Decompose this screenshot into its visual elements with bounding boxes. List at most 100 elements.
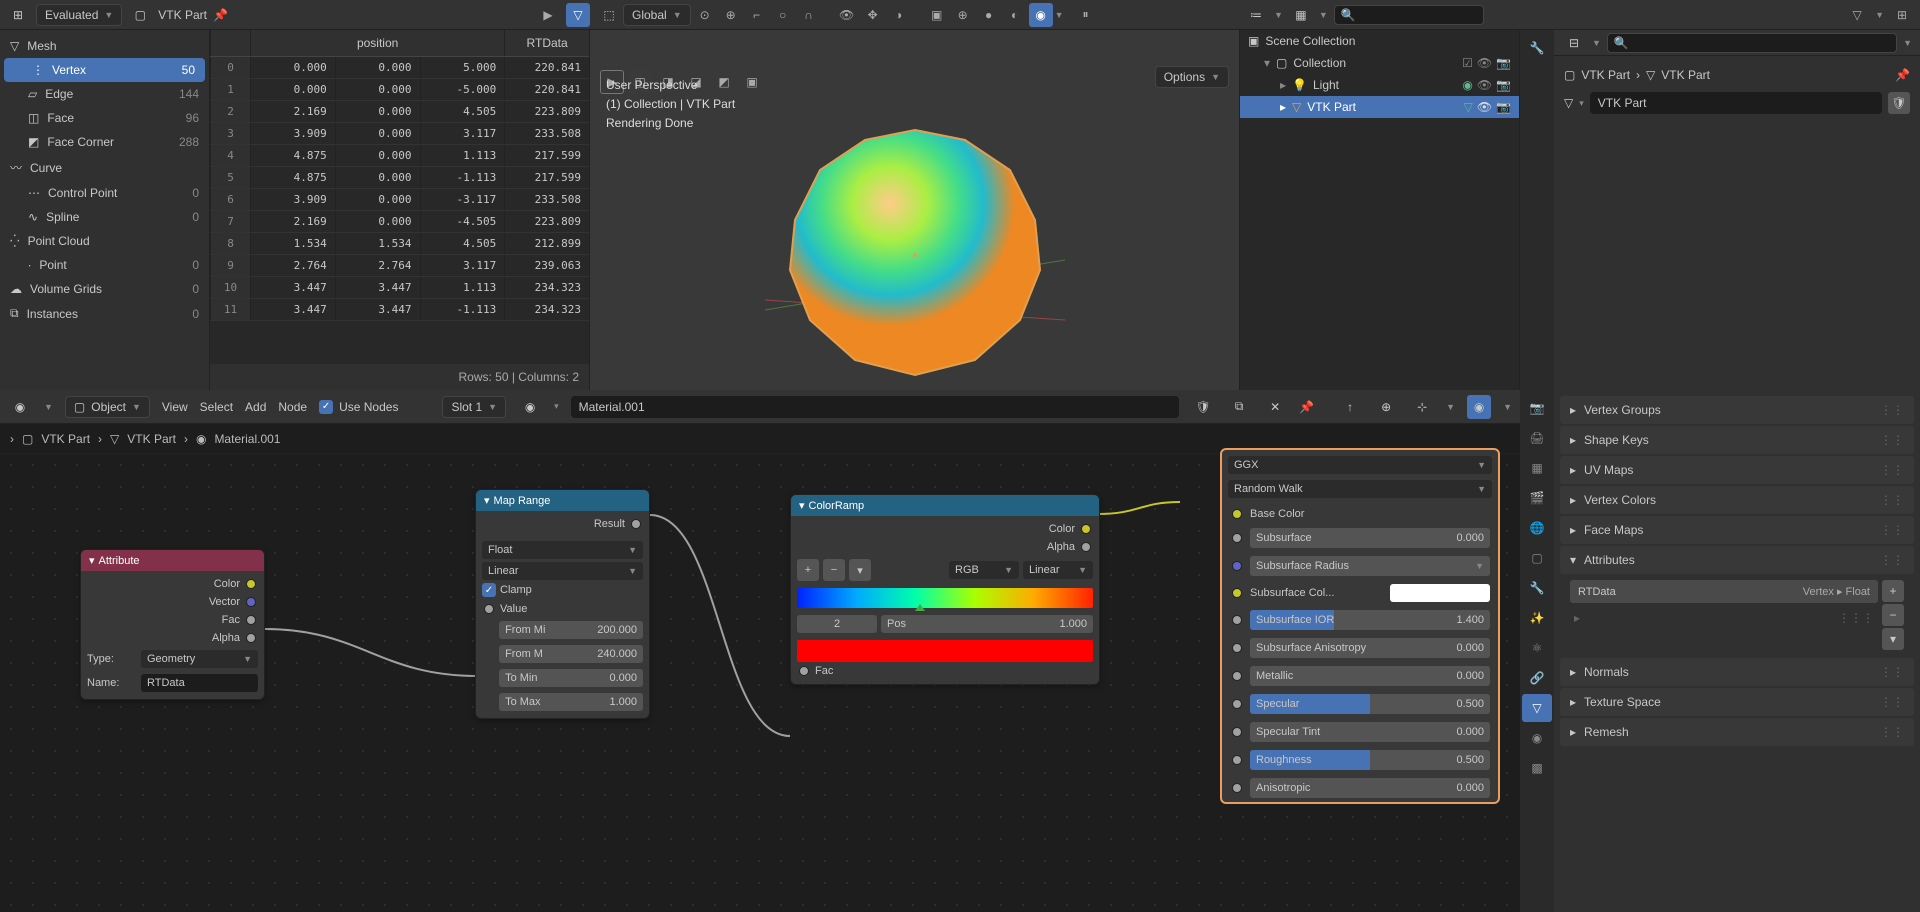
tab-world[interactable]: 🌐 bbox=[1522, 514, 1552, 542]
table-row[interactable]: 10 3.447 3.447 1.113 234.323 bbox=[210, 277, 589, 299]
color-ramp-gradient[interactable] bbox=[797, 588, 1093, 608]
socket[interactable] bbox=[1232, 561, 1242, 571]
pin-icon[interactable]: 📌 bbox=[1895, 68, 1910, 82]
chevron-down-icon[interactable]: ▾ bbox=[1579, 98, 1584, 109]
table-row[interactable]: 9 2.764 2.764 3.117 239.063 bbox=[210, 255, 589, 277]
datatype-dropdown[interactable]: Float▼ bbox=[482, 541, 643, 559]
slider-Anisotropic[interactable]: Anisotropic0.000 bbox=[1250, 778, 1490, 798]
eval-mode-dropdown[interactable]: Evaluated ▼ bbox=[36, 4, 122, 26]
attr-type-dropdown[interactable]: Geometry▼ bbox=[141, 650, 258, 668]
domain-volume[interactable]: ☁Volume Grids0 bbox=[0, 277, 209, 301]
interp-dropdown[interactable]: Linear▼ bbox=[482, 562, 643, 580]
clamp-checkbox[interactable]: ✓ bbox=[482, 583, 496, 597]
add-stop-icon[interactable]: + bbox=[797, 559, 819, 581]
wireframe-icon[interactable]: ⊕ bbox=[951, 3, 975, 27]
snap2-icon[interactable]: ⊹ bbox=[1410, 395, 1434, 419]
collapse-icon[interactable]: ▾ bbox=[484, 494, 490, 507]
socket[interactable] bbox=[1232, 783, 1242, 793]
panel-shape-keys[interactable]: ▸Shape Keys⋮⋮ bbox=[1560, 426, 1914, 454]
chevron-down-icon[interactable]: ▼ bbox=[1446, 402, 1455, 412]
grip-icon[interactable]: ⋮⋮ bbox=[1880, 433, 1904, 447]
overlay-icon[interactable]: ◑ bbox=[887, 3, 911, 27]
rendered-icon[interactable]: ◉ bbox=[1029, 3, 1053, 27]
table-row[interactable]: 7 2.169 0.000 -4.505 223.809 bbox=[210, 211, 589, 233]
domain-controlpoint[interactable]: ⋯Control Point0 bbox=[0, 181, 209, 205]
domain-curve[interactable]: 〰Curve bbox=[0, 154, 209, 181]
domain-face[interactable]: ◫Face96 bbox=[0, 106, 209, 130]
to-max-field[interactable]: To Max1.000 bbox=[499, 693, 643, 711]
panel-vertex-colors[interactable]: ▸Vertex Colors⋮⋮ bbox=[1560, 486, 1914, 514]
socket[interactable] bbox=[1232, 533, 1242, 543]
proportional-icon[interactable]: ○ bbox=[771, 3, 795, 27]
tools-icon[interactable]: ▾ bbox=[849, 559, 871, 581]
panel-normals[interactable]: ▸Normals⋮⋮ bbox=[1560, 658, 1914, 686]
node-attribute[interactable]: ▾ Attribute Color Vector Fac Alpha Type:… bbox=[80, 549, 265, 700]
dist-dropdown[interactable]: GGX▼ bbox=[1228, 456, 1492, 474]
chevron-down-icon[interactable]: ▼ bbox=[1903, 38, 1912, 48]
fake-user-icon[interactable]: 🛡 bbox=[1191, 395, 1215, 419]
eye-icon[interactable]: 👁 bbox=[1477, 56, 1492, 70]
panel-vertex-groups[interactable]: ▸Vertex Groups⋮⋮ bbox=[1560, 396, 1914, 424]
camera-icon[interactable]: 📷 bbox=[1496, 100, 1511, 114]
pause-icon[interactable]: ⏸ bbox=[1074, 3, 1098, 27]
snap-icon[interactable]: ⊕ bbox=[1374, 395, 1398, 419]
parent-icon[interactable]: ↑ bbox=[1338, 395, 1362, 419]
slider-Subsurface Radius[interactable]: Subsurface Radius▼ bbox=[1250, 556, 1490, 576]
grip-icon[interactable]: ⋮⋮ bbox=[1880, 725, 1904, 739]
attribute-list-item[interactable]: RTData Vertex ▸ Float bbox=[1570, 580, 1878, 603]
table-row[interactable]: 3 3.909 0.000 3.117 233.508 bbox=[210, 123, 589, 145]
socket-fac[interactable] bbox=[799, 666, 809, 676]
visibility-icon[interactable]: 👁 bbox=[835, 3, 859, 27]
slider-Subsurface Anisotropy[interactable]: Subsurface Anisotropy0.000 bbox=[1250, 638, 1490, 658]
domain-vertex[interactable]: ⋮Vertex50 bbox=[4, 58, 205, 82]
socket[interactable] bbox=[1232, 671, 1242, 681]
filter-icon[interactable]: ▽ bbox=[1845, 3, 1869, 27]
tab-viewlayer[interactable]: ▦ bbox=[1522, 454, 1552, 482]
node-maprange[interactable]: ▾ Map Range Result Float▼ Linear▼ ✓Clamp… bbox=[475, 489, 650, 719]
disclosure-icon[interactable]: ▸ bbox=[1280, 100, 1286, 114]
unlink-icon[interactable]: ✕ bbox=[1263, 395, 1287, 419]
chevron-down-icon[interactable]: ▾ bbox=[554, 401, 559, 412]
light-data-icon[interactable]: ◉ bbox=[1462, 78, 1472, 92]
tab-texture[interactable]: ▩ bbox=[1522, 754, 1552, 782]
tab-object[interactable]: ▢ bbox=[1522, 544, 1552, 572]
pin-icon[interactable]: 📌 bbox=[213, 8, 228, 22]
domain-point[interactable]: ∙Point0 bbox=[0, 253, 209, 277]
pin-icon[interactable]: 📌 bbox=[1299, 400, 1314, 414]
use-nodes-checkbox[interactable]: ✓ bbox=[319, 400, 333, 414]
falloff-icon[interactable]: ∩ bbox=[797, 3, 821, 27]
slider-Specular Tint[interactable]: Specular Tint0.000 bbox=[1250, 722, 1490, 742]
collapse-icon[interactable]: ▾ bbox=[89, 554, 95, 567]
panel-texture-space[interactable]: ▸Texture Space⋮⋮ bbox=[1560, 688, 1914, 716]
duplicate-icon[interactable]: ⧉ bbox=[1227, 395, 1251, 419]
shield-icon[interactable]: 🛡 bbox=[1888, 92, 1910, 114]
datablock-name-field[interactable]: VTK Part bbox=[1590, 92, 1882, 114]
slider-Roughness[interactable]: Roughness0.500 bbox=[1250, 750, 1490, 770]
panel-face-maps[interactable]: ▸Face Maps⋮⋮ bbox=[1560, 516, 1914, 544]
tab-scene[interactable]: 🎬 bbox=[1522, 484, 1552, 512]
grip-icon[interactable]: ⋮⋮ bbox=[1880, 665, 1904, 679]
chevron-down-icon[interactable]: ▼ bbox=[1875, 10, 1884, 20]
socket[interactable] bbox=[1232, 588, 1242, 598]
mesh-data-icon[interactable]: ▽ bbox=[1464, 100, 1473, 114]
socket[interactable] bbox=[1232, 615, 1242, 625]
table-row[interactable]: 1 0.000 0.000 -5.000 220.841 bbox=[210, 79, 589, 101]
socket-color[interactable] bbox=[246, 579, 256, 589]
table-row[interactable]: 2 2.169 0.000 4.505 223.809 bbox=[210, 101, 589, 123]
props-mode-icon[interactable]: ⊟ bbox=[1562, 31, 1586, 55]
camera-icon[interactable]: 📷 bbox=[1496, 78, 1511, 92]
tree-light[interactable]: ▸ 💡 Light ◉👁📷 bbox=[1240, 74, 1519, 96]
node-colorramp[interactable]: ▾ ColorRamp Color Alpha + − ▾ RGB▼ Linea… bbox=[790, 494, 1100, 685]
disclosure-icon[interactable]: ▾ bbox=[1264, 56, 1270, 70]
slider-Subsurface[interactable]: Subsurface0.000 bbox=[1250, 528, 1490, 548]
domain-pointcloud[interactable]: ⁛Point Cloud bbox=[0, 229, 209, 253]
shading-caret-icon[interactable]: ▼ bbox=[1055, 10, 1064, 20]
tab-tool[interactable]: 🔧 bbox=[1522, 34, 1552, 62]
stop-pos-field[interactable]: Pos1.000 bbox=[881, 615, 1093, 633]
domain-instances[interactable]: ⧉Instances0 bbox=[0, 301, 209, 326]
grip-icon[interactable]: ⋮⋮⋮ bbox=[1838, 611, 1874, 625]
domain-facecorner[interactable]: ◩Face Corner288 bbox=[0, 130, 209, 154]
select-extra-icon[interactable]: ▣ bbox=[740, 70, 764, 94]
tree-scene-collection[interactable]: ▣ Scene Collection bbox=[1240, 30, 1519, 52]
table-row[interactable]: 6 3.909 0.000 -3.117 233.508 bbox=[210, 189, 589, 211]
